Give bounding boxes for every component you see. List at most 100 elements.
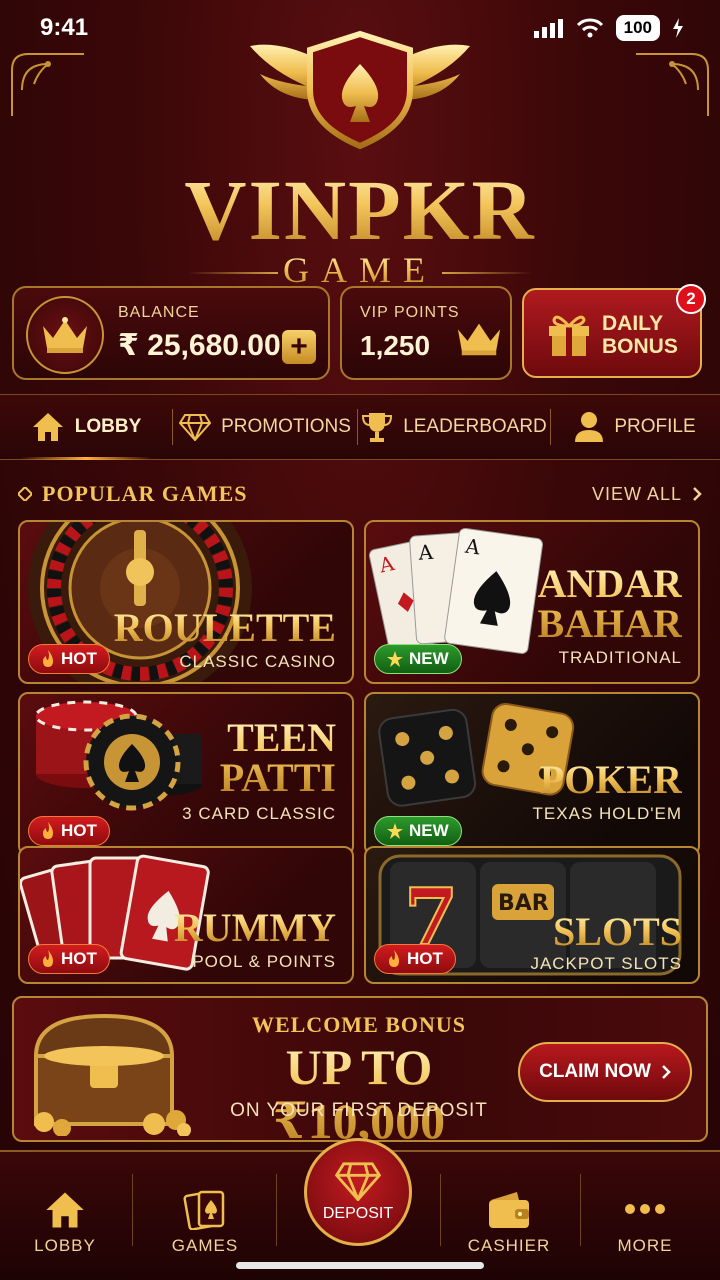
diamond-icon xyxy=(335,1162,381,1201)
game-name: SLOTS xyxy=(553,909,682,954)
bottom-nav-cashier[interactable]: CASHIER xyxy=(444,1166,574,1256)
daily-bonus-label: DAILY BONUS xyxy=(602,312,678,358)
welcome-bonus-banner: WELCOME BONUS UP TO ₹10,000 ON YOUR FIRS… xyxy=(12,996,708,1142)
tab-promotions[interactable]: PROMOTIONS xyxy=(173,394,357,460)
game-name: POKER xyxy=(539,757,682,802)
tag-label: NEW xyxy=(409,821,449,840)
wallet-icon xyxy=(489,1192,529,1228)
tab-lobby[interactable]: LOBBY xyxy=(0,394,172,460)
new-badge: NEW xyxy=(374,816,462,846)
flame-icon xyxy=(43,950,53,967)
hot-badge: HOT xyxy=(28,816,110,846)
bottom-nav-games[interactable]: GAMES xyxy=(140,1166,270,1256)
diamond-bullet-icon xyxy=(18,487,32,501)
vip-points-card[interactable]: VIP POINTS 1,250 xyxy=(340,286,512,380)
tag-label: HOT xyxy=(61,649,97,668)
game-tile-slots[interactable]: 7 BAR SLOTS JACKPOT SLOTS HOT xyxy=(364,846,700,984)
hot-badge: HOT xyxy=(28,644,110,674)
flame-icon xyxy=(43,650,53,667)
game-subtitle: CLASSIC CASINO xyxy=(179,652,336,671)
crown-badge xyxy=(26,296,104,374)
nav-divider xyxy=(132,1174,133,1246)
game-subtitle: 3 CARD CLASSIC xyxy=(182,804,336,823)
bottom-nav-more[interactable]: MORE xyxy=(580,1166,710,1256)
flame-icon xyxy=(43,822,53,839)
welcome-amount: UP TO ₹10,000 xyxy=(194,1040,524,1140)
deposit-button[interactable]: DEPOSIT xyxy=(304,1138,412,1246)
game-tile-rummy[interactable]: RUMMY POOL & POINTS HOT xyxy=(18,846,354,984)
cards-icon xyxy=(183,1190,225,1230)
balance-card: BALANCE ₹ 25,680.00 + xyxy=(12,286,330,380)
section-title: POPULAR GAMES xyxy=(42,481,248,506)
bottom-nav-cashier-label: CASHIER xyxy=(467,1236,551,1255)
game-name: RUMMY xyxy=(173,905,336,950)
brand-name: VINPKR xyxy=(0,162,720,258)
vip-label: VIP POINTS xyxy=(360,304,460,321)
game-name-line2: PATTI xyxy=(219,755,336,800)
home-icon xyxy=(32,413,63,441)
game-tile-roulette[interactable]: ROULETTE CLASSIC CASINO HOT xyxy=(18,520,354,684)
crown-icon xyxy=(43,317,87,353)
bottom-nav-lobby[interactable]: LOBBY xyxy=(0,1166,130,1256)
tab-lobby-label: LOBBY xyxy=(74,416,142,437)
daily-bonus-button[interactable]: DAILY BONUS 2 xyxy=(522,284,706,378)
star-icon xyxy=(387,651,403,667)
gift-icon xyxy=(549,315,589,356)
bottom-nav-games-label: GAMES xyxy=(171,1236,239,1255)
game-name-line1: TEEN xyxy=(227,715,336,760)
game-name: ANDAR BAHAR xyxy=(538,564,682,644)
view-all-link[interactable]: VIEW ALL xyxy=(592,484,702,505)
home-icon xyxy=(46,1192,84,1228)
game-subtitle: POOL & POINTS xyxy=(192,952,336,971)
tab-promotions-label: PROMOTIONS xyxy=(221,416,351,437)
game-tile-teen-patti[interactable]: TEEN PATTI 3 CARD CLASSIC HOT xyxy=(18,692,354,856)
vip-value: 1,250 xyxy=(360,330,431,361)
brand-subtitle: GAME xyxy=(0,250,720,290)
tab-leaderboard[interactable]: LEADERBOARD xyxy=(358,394,550,460)
chevron-right-icon xyxy=(693,487,702,501)
game-name-line2: BAHAR xyxy=(537,601,682,646)
crown-icon xyxy=(457,323,501,356)
bottom-nav: LOBBY GAMES DEPOSIT CASHIER MORE xyxy=(0,1138,720,1280)
tag-label: HOT xyxy=(61,949,97,968)
main-nav-tabs: LOBBY PROMOTIONS LEADERBOARD PROFILE xyxy=(0,394,720,460)
game-subtitle: JACKPOT SLOTS xyxy=(530,954,682,973)
tab-profile[interactable]: PROFILE xyxy=(551,394,719,460)
tab-profile-label: PROFILE xyxy=(614,416,696,437)
bottom-nav-more-label: MORE xyxy=(617,1236,673,1255)
tag-label: NEW xyxy=(409,649,449,668)
hot-badge: HOT xyxy=(28,944,110,974)
more-dots-icon xyxy=(625,1204,665,1214)
user-icon xyxy=(575,412,604,442)
home-indicator[interactable] xyxy=(236,1262,484,1269)
welcome-title: WELCOME BONUS xyxy=(251,1012,467,1037)
daily-bonus-line2: BONUS xyxy=(602,335,678,358)
bottom-nav-lobby-label: LOBBY xyxy=(34,1236,96,1255)
slot-symbol: BAR xyxy=(498,891,549,916)
game-subtitle: TRADITIONAL xyxy=(558,648,682,667)
trophy-icon xyxy=(362,413,393,442)
notification-badge: 2 xyxy=(676,284,706,314)
claim-now-button[interactable]: CLAIM NOW xyxy=(518,1042,692,1102)
balance-value: ₹ 25,680.00 xyxy=(118,329,281,362)
nav-divider xyxy=(276,1174,277,1246)
spade-shield-emblem-icon xyxy=(250,30,470,150)
tag-label: HOT xyxy=(407,949,443,968)
welcome-note: ON YOUR FIRST DEPOSIT xyxy=(230,1100,488,1121)
game-tile-poker[interactable]: POKER TEXAS HOLD'EM NEW xyxy=(364,692,700,856)
treasure-chest-icon xyxy=(33,1013,191,1136)
chevron-right-icon xyxy=(662,1065,671,1079)
game-name: TEEN PATTI xyxy=(220,718,336,798)
game-tile-andar-bahar[interactable]: A A A ANDAR BAHAR TRADITIONAL NEW xyxy=(364,520,700,684)
svg-text:A: A xyxy=(417,540,435,565)
popular-games-header: POPULAR GAMES VIEW ALL xyxy=(18,476,702,512)
brand-logo: VINPKR GAME xyxy=(0,30,720,290)
tab-leaderboard-label: LEADERBOARD xyxy=(403,416,547,437)
diamond-icon xyxy=(179,414,212,441)
game-subtitle: TEXAS HOLD'EM xyxy=(532,804,682,823)
section-title-wrap: POPULAR GAMES xyxy=(18,481,248,507)
claim-now-label: CLAIM NOW xyxy=(539,1061,651,1082)
view-all-label: VIEW ALL xyxy=(591,483,682,504)
add-funds-button[interactable]: + xyxy=(282,330,316,364)
hot-badge: HOT xyxy=(374,944,456,974)
